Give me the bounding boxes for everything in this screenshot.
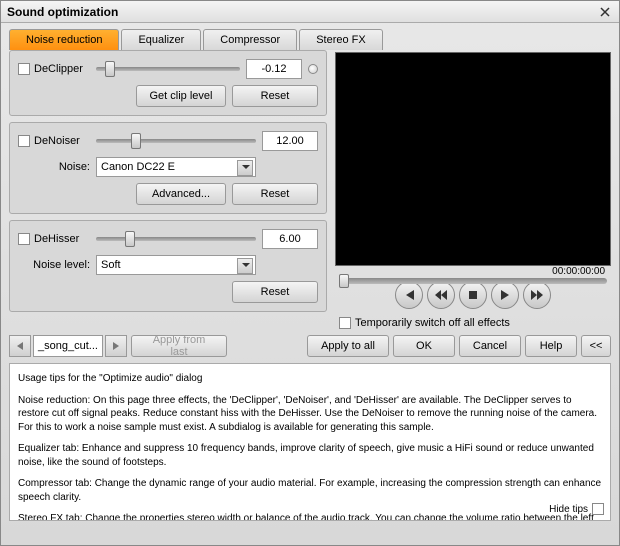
collapse-button[interactable]: << — [581, 335, 611, 357]
effects-column: DeClipper -0.12 Get clip level Reset — [9, 50, 327, 329]
cancel-button[interactable]: Cancel — [459, 335, 521, 357]
declipper-slider[interactable] — [96, 60, 240, 78]
denoiser-reset-button[interactable]: Reset — [232, 183, 318, 205]
arrow-right-icon — [111, 342, 121, 350]
window-title: Sound optimization — [7, 5, 597, 19]
ok-button[interactable]: OK — [393, 335, 455, 357]
arrow-left-icon — [15, 342, 25, 350]
dehisser-checkbox[interactable] — [18, 233, 30, 245]
help-button[interactable]: Help — [525, 335, 577, 357]
get-clip-level-button[interactable]: Get clip level — [136, 85, 226, 107]
noise-label: Noise: — [18, 161, 90, 173]
hide-tips-label: Hide tips — [549, 503, 588, 517]
play-button[interactable] — [491, 281, 519, 309]
tab-noise-reduction[interactable]: Noise reduction — [9, 29, 119, 50]
skip-back-icon — [403, 290, 415, 300]
dehisser-panel: DeHisser 6.00 Noise level: Soft — [9, 220, 327, 312]
tab-stereo-fx[interactable]: Stereo FX — [299, 29, 383, 50]
video-preview — [335, 52, 611, 266]
denoiser-slider[interactable] — [96, 132, 256, 150]
denoiser-label: DeNoiser — [34, 135, 80, 147]
next-song-button[interactable] — [105, 335, 127, 357]
skip-back-button[interactable] — [395, 281, 423, 309]
denoiser-advanced-button[interactable]: Advanced... — [136, 183, 226, 205]
prev-song-button[interactable] — [9, 335, 31, 357]
dehisser-slider[interactable] — [96, 230, 256, 248]
close-button[interactable] — [597, 4, 613, 20]
temp-switch-label: Temporarily switch off all effects — [355, 317, 510, 329]
declipper-checkbox[interactable] — [18, 63, 30, 75]
declipper-label: DeClipper — [34, 63, 83, 75]
tips-noise-reduction: Noise reduction: On this page three effe… — [18, 394, 602, 435]
declipper-indicator — [308, 64, 318, 74]
bottom-bar: _song_cut... Apply from last Apply to al… — [1, 329, 619, 363]
preview-column: 00:00:00:00 Temporarily switch off all e… — [335, 50, 611, 329]
hide-tips-checkbox[interactable] — [592, 503, 604, 515]
declipper-value[interactable]: -0.12 — [246, 59, 302, 79]
tips-stereo-fx: Stereo FX tab: Change the properties ste… — [18, 512, 602, 521]
rewind-icon — [435, 290, 447, 300]
dehisser-reset-button[interactable]: Reset — [232, 281, 318, 303]
forward-icon — [531, 290, 543, 300]
sound-optimization-window: Sound optimization Noise reduction Equal… — [0, 0, 620, 546]
noise-level-select[interactable]: Soft — [96, 255, 256, 275]
declipper-panel: DeClipper -0.12 Get clip level Reset — [9, 50, 327, 116]
tabs: Noise reduction Equalizer Compressor Ste… — [9, 29, 619, 50]
noise-preset-value: Canon DC22 E — [101, 161, 175, 173]
denoiser-value[interactable]: 12.00 — [262, 131, 318, 151]
denoiser-panel: DeNoiser 12.00 Noise: Canon DC22 E — [9, 122, 327, 214]
scrub-thumb[interactable] — [339, 274, 349, 288]
tab-compressor[interactable]: Compressor — [203, 29, 297, 50]
apply-to-all-button[interactable]: Apply to all — [307, 335, 389, 357]
tips-equalizer: Equalizer tab: Enhance and suppress 10 f… — [18, 442, 602, 469]
declipper-reset-button[interactable]: Reset — [232, 85, 318, 107]
rewind-button[interactable] — [427, 281, 455, 309]
dehisser-label: DeHisser — [34, 233, 79, 245]
noise-level-label: Noise level: — [18, 259, 90, 271]
stop-button[interactable] — [459, 281, 487, 309]
tips-heading: Usage tips for the "Optimize audio" dial… — [18, 372, 602, 386]
dehisser-value[interactable]: 6.00 — [262, 229, 318, 249]
play-icon — [500, 290, 510, 300]
transport-controls — [335, 281, 611, 309]
song-name-field[interactable]: _song_cut... — [33, 335, 103, 357]
apply-from-last-button[interactable]: Apply from last — [131, 335, 227, 357]
forward-button[interactable] — [523, 281, 551, 309]
temp-switch-checkbox[interactable] — [339, 317, 351, 329]
chevron-down-icon — [242, 263, 250, 267]
noise-preset-select[interactable]: Canon DC22 E — [96, 157, 256, 177]
tips-panel: Usage tips for the "Optimize audio" dial… — [9, 363, 611, 521]
tips-compressor: Compressor tab: Change the dynamic range… — [18, 477, 602, 504]
stop-icon — [468, 290, 478, 300]
timecode: 00:00:00:00 — [335, 266, 605, 277]
denoiser-checkbox[interactable] — [18, 135, 30, 147]
titlebar: Sound optimization — [1, 1, 619, 23]
noise-level-value: Soft — [101, 259, 121, 271]
scrub-bar[interactable] — [339, 278, 607, 284]
chevron-down-icon — [242, 165, 250, 169]
tab-equalizer[interactable]: Equalizer — [121, 29, 201, 50]
close-icon — [600, 7, 610, 17]
